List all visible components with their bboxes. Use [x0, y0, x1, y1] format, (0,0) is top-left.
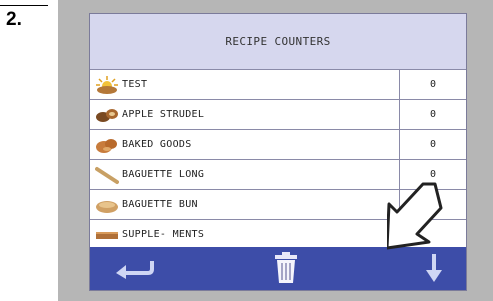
- pastry-icon: [94, 135, 120, 155]
- step-number: 2.: [6, 9, 22, 30]
- supplements-icon: [94, 225, 120, 245]
- recipe-count: 0: [429, 79, 437, 90]
- bun-icon: [94, 195, 120, 215]
- list-item[interactable]: APPLE STRUDEL 0: [90, 100, 466, 130]
- back-arrow-icon: [112, 257, 156, 283]
- recipe-name: BAKED GOODS: [122, 139, 192, 150]
- recipe-name: BAGUETTE BUN: [122, 199, 198, 210]
- strudel-icon: [94, 105, 120, 125]
- screen-title: RECIPE COUNTERS: [90, 14, 466, 70]
- trash-icon: [274, 251, 298, 288]
- sun-bread-icon: [94, 75, 120, 95]
- delete-button[interactable]: [266, 247, 306, 290]
- recipe-count: 0: [429, 109, 437, 120]
- step-divider: [0, 5, 48, 6]
- recipe-name: TEST: [122, 79, 148, 90]
- recipe-name: SUPPLE- MENTS: [122, 229, 205, 240]
- recipe-count: 0: [429, 139, 437, 150]
- recipe-name: BAGUETTE LONG: [122, 169, 205, 180]
- baguette-icon: [94, 165, 120, 185]
- list-item[interactable]: TEST 0: [90, 70, 466, 100]
- back-button[interactable]: [104, 247, 164, 290]
- list-item[interactable]: BAKED GOODS 0: [90, 130, 466, 160]
- pointer-arrow-icon: [385, 180, 443, 258]
- recipe-name: APPLE STRUDEL: [122, 109, 205, 120]
